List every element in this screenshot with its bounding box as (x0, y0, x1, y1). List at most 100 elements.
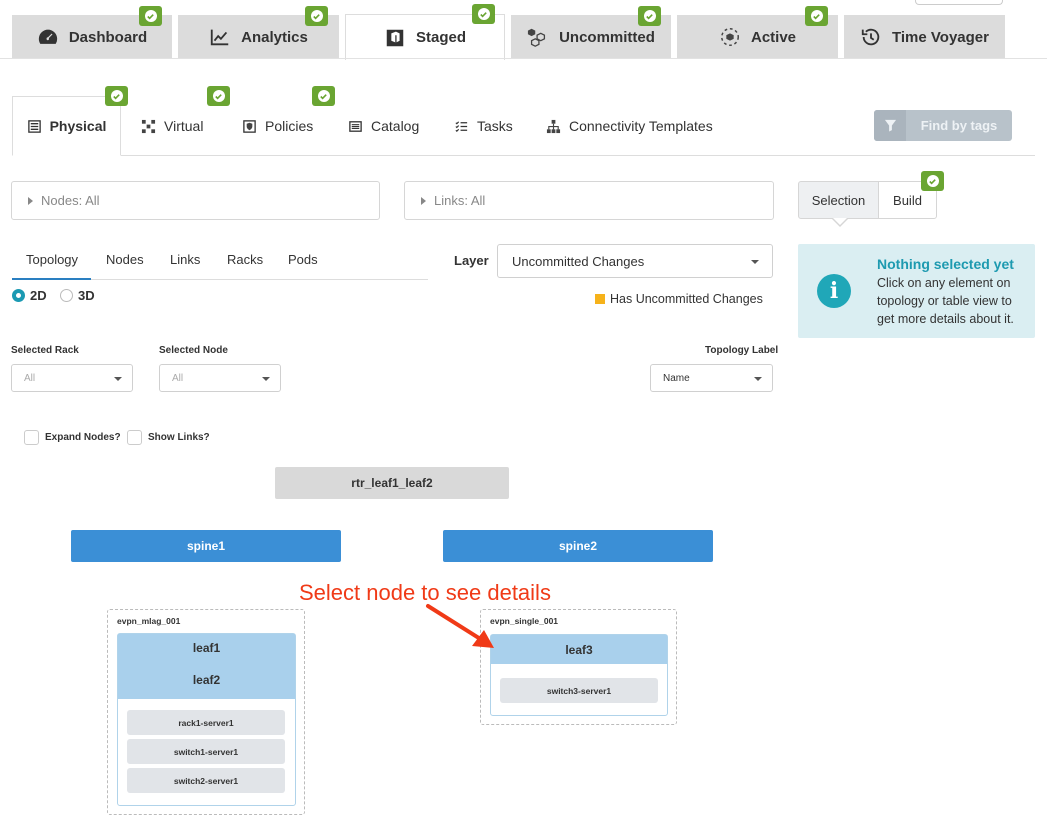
selected-rack-select[interactable]: All (11, 364, 133, 392)
check-badge-icon (207, 86, 230, 106)
tab-tasks[interactable]: Tasks (444, 96, 523, 156)
analytics-chart-icon (210, 29, 229, 46)
caret-right-icon (28, 196, 33, 205)
virtual-network-icon (141, 119, 156, 133)
leaf-header[interactable]: leaf1 leaf2 (118, 634, 295, 699)
catalog-list-icon (349, 120, 362, 132)
find-by-tags-button[interactable]: Find by tags (874, 110, 1012, 141)
external-router-node[interactable]: rtr_leaf1_leaf2 (275, 467, 509, 499)
nodes-filter-label: Nodes: All (41, 193, 100, 208)
show-links-label: Show Links? (148, 432, 210, 443)
layer-label: Layer (454, 253, 489, 268)
topology-label-label: Topology Label (705, 345, 779, 356)
selection-info-panel: i Nothing selected yet Click on any elem… (798, 244, 1035, 338)
radio-3d[interactable]: 3D (60, 288, 95, 303)
leaf3-node[interactable]: leaf3 (491, 635, 667, 664)
selected-node-select[interactable]: All (159, 364, 281, 392)
filter-funnel-icon (884, 119, 896, 132)
annotation-arrow-icon (426, 604, 494, 648)
server-node[interactable]: switch3-server1 (500, 678, 658, 703)
expand-nodes-label: Expand Nodes? (45, 432, 121, 443)
node-label: spine2 (558, 539, 597, 553)
tab-label: Catalog (371, 118, 420, 134)
tab-label: Physical (49, 118, 107, 134)
info-title: Nothing selected yet (877, 256, 1014, 272)
server-node[interactable]: rack1-server1 (127, 710, 285, 735)
top-tab-bar: Dashboard Analytics Staged Uncommitted A… (0, 0, 1047, 60)
info-icon: i (817, 274, 851, 308)
leaf2-node[interactable]: leaf2 (118, 673, 295, 687)
topology-label-select[interactable]: Name (650, 364, 773, 392)
tab-links[interactable]: Links (170, 252, 200, 267)
server-label: rack1-server1 (178, 717, 234, 728)
top-right-control[interactable] (915, 0, 1003, 5)
legend-label: Has Uncommitted Changes (610, 292, 763, 306)
show-links-checkbox[interactable]: Show Links? (127, 430, 210, 445)
find-by-tags-label: Find by tags (920, 118, 998, 133)
uncommitted-cubes-icon (527, 28, 546, 47)
tab-topology[interactable]: Topology (26, 252, 78, 267)
tab-racks[interactable]: Racks (227, 252, 263, 267)
radio-2d-label: 2D (30, 288, 47, 303)
chevron-down-icon (751, 260, 759, 264)
selected-rack-label: Selected Rack (11, 345, 79, 356)
chevron-down-icon (754, 377, 762, 381)
tab-pods[interactable]: Pods (288, 252, 318, 267)
tab-virtual[interactable]: Virtual (131, 96, 213, 156)
layer-select-value: Uncommitted Changes (512, 253, 645, 269)
connectivity-templates-icon (546, 119, 561, 133)
node-label: leaf3 (565, 642, 593, 657)
tab-label: Virtual (164, 118, 204, 134)
tab-label: Connectivity Templates (569, 118, 713, 134)
radio-2d[interactable]: 2D (12, 288, 47, 303)
tab-catalog[interactable]: Catalog (338, 96, 429, 156)
leaf-pair-group[interactable]: leaf1 leaf2 rack1-server1 switch1-server… (117, 633, 296, 806)
chevron-down-icon (262, 377, 270, 381)
check-badge-icon (105, 86, 128, 106)
expand-nodes-checkbox[interactable]: Expand Nodes? (24, 430, 121, 445)
rack-select-value: All (24, 372, 36, 384)
spine2-node[interactable]: spine2 (443, 530, 713, 562)
tab-nodes[interactable]: Nodes (106, 252, 144, 267)
physical-server-icon (27, 119, 41, 133)
checkbox-box (127, 430, 142, 445)
check-badge-icon (638, 6, 661, 26)
tab-connectivity-templates[interactable]: Connectivity Templates (536, 96, 723, 156)
tab-time-voyager[interactable]: Time Voyager (844, 15, 1005, 59)
history-icon (861, 28, 880, 46)
tab-label: Active (750, 28, 797, 46)
tab-label: Policies (265, 118, 314, 134)
nodes-filter[interactable]: Nodes: All (11, 181, 380, 220)
selection-pointer (833, 218, 847, 225)
policies-shield-icon (243, 119, 256, 133)
node-label: rtr_leaf1_leaf2 (351, 476, 433, 490)
spine1-node[interactable]: spine1 (71, 530, 341, 562)
info-text: Click on any element on topology or tabl… (877, 276, 1014, 326)
dashboard-gauge-icon (38, 29, 57, 44)
check-badge-icon (312, 86, 335, 106)
check-badge-icon (921, 171, 944, 191)
selected-node-label: Selected Node (159, 345, 228, 356)
server-label: switch3-server1 (546, 685, 612, 696)
links-filter[interactable]: Links: All (404, 181, 774, 220)
tab-label: Dashboard (68, 28, 148, 46)
node-select-value: All (172, 372, 184, 384)
check-badge-icon (305, 6, 328, 26)
tab-policies[interactable]: Policies (232, 96, 323, 156)
check-badge-icon (805, 6, 828, 26)
leaf1-node[interactable]: leaf1 (118, 641, 295, 655)
check-badge-icon (472, 4, 495, 24)
server-label: switch1-server1 (173, 746, 239, 757)
server-node[interactable]: switch1-server1 (127, 739, 285, 764)
radio-empty-icon (60, 289, 73, 302)
tab-label: Staged (415, 29, 466, 46)
selection-toggle[interactable]: Selection (798, 181, 879, 219)
top-tab-divider (0, 58, 1047, 59)
leaf-group[interactable]: leaf3 switch3-server1 (490, 634, 668, 716)
server-node[interactable]: switch2-server1 (127, 768, 285, 793)
rack-evpn-mlag-001[interactable]: evpn_mlag_001 leaf1 leaf2 rack1-server1 … (107, 609, 305, 815)
layer-select[interactable]: Uncommitted Changes (497, 244, 773, 278)
tab-physical[interactable]: Physical (12, 96, 121, 156)
staged-box-icon (386, 29, 404, 46)
tab-label: Tasks (477, 118, 513, 134)
